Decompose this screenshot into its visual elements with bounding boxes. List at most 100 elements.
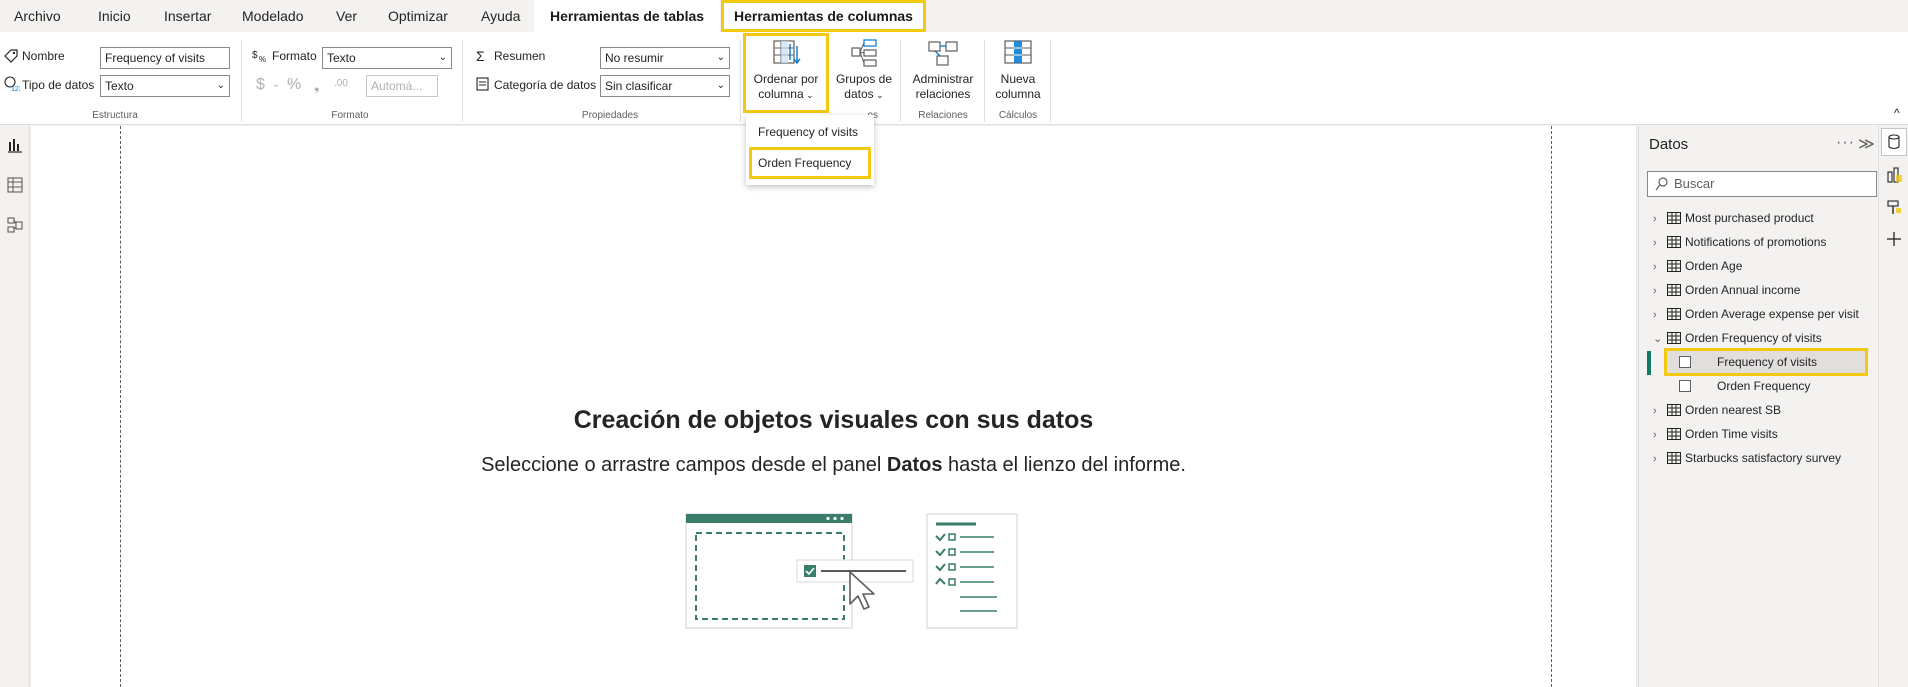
table-item-orden-age[interactable]: › Orden Age xyxy=(1653,255,1742,277)
table-view-icon[interactable] xyxy=(6,176,24,194)
table-icon xyxy=(1667,427,1681,440)
resumen-select[interactable]: No resumir ⌄ xyxy=(600,47,730,69)
categoria-value: Sin clasificar xyxy=(605,79,673,93)
field-checkbox[interactable] xyxy=(1679,355,1691,368)
new-column-line1: Nueva xyxy=(1000,72,1036,86)
table-item-orden-time-visits[interactable]: › Orden Time visits xyxy=(1653,423,1778,445)
sort-by-column-button[interactable]: Ordenar por columna ⌄ xyxy=(743,33,829,113)
field-item-orden-frequency[interactable]: Orden Frequency xyxy=(1679,375,1810,397)
search-icon xyxy=(1655,177,1668,191)
separator xyxy=(984,40,985,122)
tab-ayuda[interactable]: Ayuda xyxy=(481,6,520,26)
table-item-label: Most purchased product xyxy=(1685,211,1814,225)
comma-button[interactable]: ❟ xyxy=(314,75,320,95)
field-item-label: Frequency of visits xyxy=(1717,355,1818,369)
format-icon: $ % xyxy=(252,50,266,64)
tag-icon xyxy=(4,49,18,63)
svg-text:%: % xyxy=(259,55,266,64)
table-item-orden-frequency-of-visits[interactable]: ⌄ Orden Frequency of visits xyxy=(1653,327,1822,349)
tipo-datos-value: Texto xyxy=(105,79,134,93)
decimal-places-input[interactable]: Automá... xyxy=(366,75,438,97)
tab-archivo[interactable]: Archivo xyxy=(14,6,61,26)
report-view-icon[interactable] xyxy=(6,136,24,154)
tab-herramientas-columnas[interactable]: Herramientas de columnas xyxy=(721,0,926,32)
formato-select[interactable]: Texto ⌄ xyxy=(322,47,452,69)
empty-state-subtitle-post: hasta el lienzo del informe. xyxy=(942,454,1186,476)
separator xyxy=(462,40,463,122)
data-search-field[interactable]: Buscar xyxy=(1647,171,1877,197)
sort-by-column-icon xyxy=(773,40,801,65)
svg-text:123: 123 xyxy=(11,86,20,92)
tab-herramientas-tablas[interactable]: Herramientas de tablas xyxy=(534,0,721,32)
sort-by-column-line2: columna xyxy=(758,87,804,101)
more-options-icon[interactable]: ··· xyxy=(1836,134,1855,152)
pane-switcher-rail xyxy=(1878,126,1908,687)
table-item-orden-nearest-sb[interactable]: › Orden nearest SB xyxy=(1653,399,1781,421)
table-item-notifications-of-promotions[interactable]: › Notifications of promotions xyxy=(1653,231,1826,253)
manage-relationships-icon xyxy=(928,41,958,66)
data-groups-button[interactable]: Grupos de datos ⌄ xyxy=(832,38,896,110)
report-canvas[interactable]: Creación de objetos visuales con sus dat… xyxy=(31,126,1637,687)
database-icon[interactable] xyxy=(1885,133,1903,151)
empty-state-illustration xyxy=(685,513,1018,629)
manage-relationships-line2: relaciones xyxy=(915,87,971,101)
visualizations-icon[interactable] xyxy=(1885,166,1903,184)
table-item-most-purchased-product[interactable]: › Most purchased product xyxy=(1653,207,1814,229)
table-icon xyxy=(1667,235,1681,248)
categoria-select[interactable]: Sin clasificar ⌄ xyxy=(600,75,730,97)
field-item-label: Orden Frequency xyxy=(1717,379,1811,393)
sigma-icon: Σ xyxy=(476,48,485,64)
decimals-button[interactable]: .00 xyxy=(334,74,348,94)
table-item-orden-average-expense[interactable]: › Orden Average expense per visit xyxy=(1653,303,1859,325)
manage-relationships-line1: Administrar xyxy=(912,72,974,86)
dropdown-item-orden-frequency[interactable]: Orden Frequency xyxy=(749,147,871,179)
sort-by-column-dropdown: Frequency of visits Orden Frequency xyxy=(746,115,874,185)
formato-label: Formato xyxy=(272,49,317,63)
table-icon xyxy=(1667,331,1681,344)
tab-modelado[interactable]: Modelado xyxy=(242,6,304,26)
chevron-right-icon: › xyxy=(1653,213,1657,225)
chevron-right-icon: › xyxy=(1653,309,1657,321)
separator xyxy=(241,40,242,122)
tab-optimizar[interactable]: Optimizar xyxy=(388,6,448,26)
nombre-input[interactable]: Frequency of visits xyxy=(100,47,230,69)
chevron-down-icon: ⌄ xyxy=(803,90,814,100)
percent-button[interactable]: % xyxy=(287,75,301,95)
table-item-label: Orden nearest SB xyxy=(1685,403,1782,417)
tipo-datos-select[interactable]: Texto ⌄ xyxy=(100,75,230,97)
collapse-pane-icon[interactable]: ≫ xyxy=(1858,134,1875,154)
data-groups-line1: Grupos de xyxy=(835,72,893,86)
chevron-down-icon: ⌄ xyxy=(438,52,447,63)
format-painter-icon[interactable] xyxy=(1885,198,1903,216)
field-item-frequency-of-visits[interactable]: Frequency of visits xyxy=(1679,351,1817,373)
tab-ver[interactable]: Ver xyxy=(336,6,357,26)
resumen-label: Resumen xyxy=(494,49,546,63)
tab-inicio[interactable]: Inicio xyxy=(98,6,131,26)
table-item-orden-annual-income[interactable]: › Orden Annual income xyxy=(1653,279,1800,301)
ribbon-tab-bar: Archivo Inicio Insertar Modelado Ver Opt… xyxy=(0,0,1908,32)
chevron-down-icon: ⌄ xyxy=(272,79,281,90)
dropdown-item-frequency-of-visits[interactable]: Frequency of visits xyxy=(746,119,874,145)
field-checkbox[interactable] xyxy=(1679,379,1691,392)
calculos-group-label: Cálculos xyxy=(998,110,1038,121)
nombre-label: Nombre xyxy=(22,49,65,63)
ribbon-collapse-icon[interactable]: ^ xyxy=(1894,106,1900,120)
tab-insertar[interactable]: Insertar xyxy=(164,6,211,26)
resumen-value: No resumir xyxy=(605,51,664,65)
selected-indicator xyxy=(1647,351,1651,375)
model-view-icon[interactable] xyxy=(6,216,24,234)
manage-relationships-button[interactable]: Administrar relaciones xyxy=(906,38,980,110)
chevron-down-icon: ⌄ xyxy=(216,80,225,91)
table-item-starbucks-satisfactory-survey[interactable]: › Starbucks satisfactory survey xyxy=(1653,447,1841,469)
chevron-right-icon: › xyxy=(1653,237,1657,249)
data-pane: Datos ··· ≫ Buscar › Most purchased produ… xyxy=(1638,126,1878,687)
chevron-right-icon: › xyxy=(1653,261,1657,273)
category-icon xyxy=(476,77,489,91)
formato-group-label: Formato xyxy=(331,110,369,121)
report-page[interactable]: Creación de objetos visuales con sus dat… xyxy=(31,126,1636,687)
data-type-icon: 123 xyxy=(4,76,20,92)
new-column-button[interactable]: Nueva columna xyxy=(990,38,1046,110)
ribbon: Nombre Frequency of visits 123 Tipo de d… xyxy=(0,32,1908,125)
add-icon[interactable] xyxy=(1885,230,1903,248)
currency-button[interactable]: $ xyxy=(256,75,265,95)
